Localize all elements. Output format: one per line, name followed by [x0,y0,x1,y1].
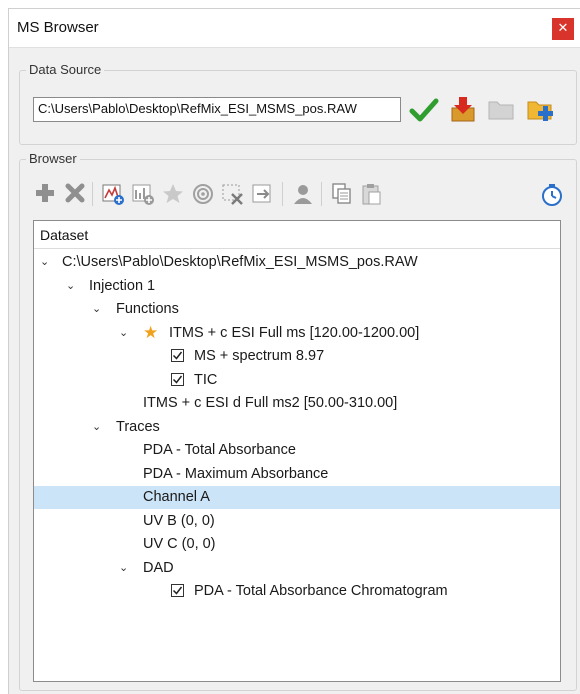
tree-node-label: Functions [116,301,179,317]
tree-node-label: ITMS + c ESI d Full ms2 [50.00-310.00] [143,395,398,411]
tree-node-label: PDA - Maximum Absorbance [143,465,329,482]
import-icon[interactable] [450,95,476,123]
browser-label: Browser [26,151,80,166]
tree-node-label: UV B (0, 0) [143,512,215,529]
tree-node-file[interactable]: ⌄ C:\Users\Pablo\Desktop\RefMix_ESI_MSMS… [34,251,560,274]
favorite-star-icon: ★ [143,322,159,343]
tree-node-label: DAD [143,559,174,576]
checkbox[interactable] [171,349,184,362]
tree-node-uv-b[interactable]: UV B (0, 0) [34,510,560,533]
timer-icon[interactable] [539,182,565,208]
star-icon[interactable] [161,182,185,206]
tree-node-label: Channel A [143,489,210,505]
tree-node-itms-full-ms2[interactable]: ITMS + c ESI d Full ms2 [50.00-310.00] [34,392,560,415]
add-icon[interactable] [34,182,56,204]
window-title: MS Browser [17,19,99,36]
toolbar-separator [92,182,93,206]
tree-node-label: Injection 1 [89,277,156,294]
checkbox[interactable] [171,372,184,386]
tree-node-injection[interactable]: ⌄ Injection 1 [34,275,560,298]
checkmark-icon [172,586,183,595]
target-icon[interactable] [191,182,215,206]
tree-node-label: TIC [194,371,218,388]
tree-node-itms-full-ms[interactable]: ⌄ ★ ITMS + c ESI Full ms [120.00-1200.00… [34,322,560,345]
chevron-down-icon[interactable]: ⌄ [92,420,101,433]
tree-node-label: UV C (0, 0) [143,536,216,552]
tree-node-traces[interactable]: ⌄ Traces [34,416,560,439]
data-source-label: Data Source [26,62,105,77]
tree-node-label: PDA - Total Absorbance [143,442,296,458]
chevron-down-icon[interactable]: ⌄ [66,279,75,292]
tree-node-label: Traces [116,418,160,435]
tree-node-label: ITMS + c ESI Full ms [120.00-1200.00] [169,324,420,341]
chevron-down-icon[interactable]: ⌄ [119,561,128,574]
browser-group: Browser Dataset ⌄ C:\Users\Pablo\Desktop… [19,151,577,691]
dataset-column-header: Dataset [40,227,89,243]
export-icon[interactable] [251,182,275,206]
folder-icon[interactable] [487,97,515,121]
tree-node-uv-c[interactable]: UV C (0, 0) [34,533,560,556]
tree-header[interactable]: Dataset [34,221,560,249]
data-source-group: Data Source C:\Users\Pablo\Desktop\RefMi… [19,62,577,145]
ms-browser-window: MS Browser ✕ Data Source C:\Users\Pablo\… [8,8,580,694]
tree-node-ms-spectrum[interactable]: MS + spectrum 8.97 [34,345,560,368]
close-button[interactable]: ✕ [552,18,574,40]
data-source-path-input[interactable]: C:\Users\Pablo\Desktop\RefMix_ESI_MSMS_p… [33,97,401,122]
toolbar-separator [321,182,322,206]
tree-node-label: MS + spectrum 8.97 [194,348,325,364]
tree-node-pda-total[interactable]: PDA - Total Absorbance [34,439,560,462]
chevron-down-icon[interactable]: ⌄ [92,302,101,315]
checkbox[interactable] [171,584,184,597]
user-icon[interactable] [291,182,315,206]
tree-node-dad[interactable]: ⌄ DAD [34,557,560,580]
dataset-tree[interactable]: Dataset ⌄ C:\Users\Pablo\Desktop\RefMix_… [33,220,561,682]
delete-selection-icon[interactable] [221,182,245,206]
tree-node-label: PDA - Total Absorbance Chromatogram [194,583,448,599]
title-bar: MS Browser ✕ [9,9,580,48]
chevron-down-icon[interactable]: ⌄ [40,255,49,268]
tree-node-label: C:\Users\Pablo\Desktop\RefMix_ESI_MSMS_p… [62,254,418,270]
paste-icon[interactable] [360,182,384,206]
tree-node-functions[interactable]: ⌄ Functions [34,298,560,321]
tree-node-channel-a[interactable]: Channel A [34,486,560,509]
spectrum-add-icon[interactable] [101,182,125,206]
copy-icon[interactable] [330,182,354,206]
check-icon[interactable] [409,97,439,123]
tree-node-tic[interactable]: TIC [34,369,560,392]
checkmark-icon [172,375,183,384]
add-folder-icon[interactable] [526,95,556,123]
tree-node-pda-maximum[interactable]: PDA - Maximum Absorbance [34,463,560,486]
remove-icon[interactable] [64,182,86,204]
chromatogram-add-icon[interactable] [131,182,155,206]
toolbar-separator [282,182,283,206]
checkmark-icon [172,351,183,360]
tree-node-pda-total-chromatogram[interactable]: PDA - Total Absorbance Chromatogram [34,580,560,603]
chevron-down-icon[interactable]: ⌄ [119,326,128,339]
